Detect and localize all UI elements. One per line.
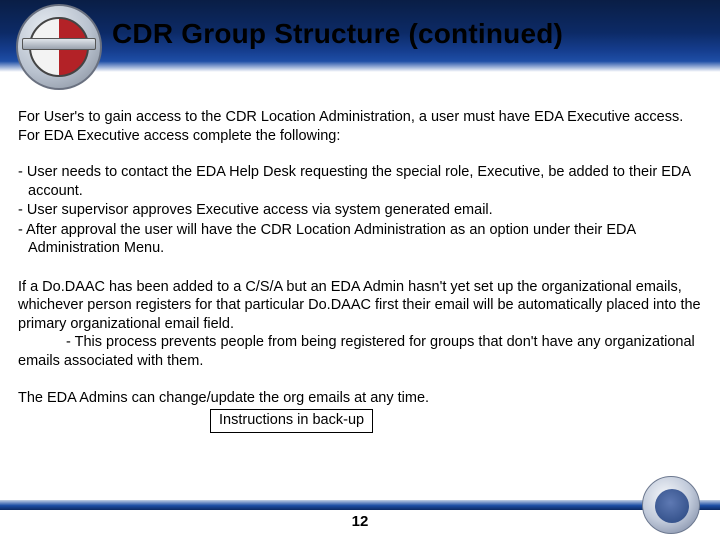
bullet-item: - User supervisor approves Executive acc… bbox=[18, 201, 702, 220]
intro-paragraph: For User's to gain access to the CDR Loc… bbox=[18, 108, 702, 145]
paragraph-3: The EDA Admins can change/update the org… bbox=[18, 389, 702, 408]
slide: CDR Group Structure (continued) For User… bbox=[0, 0, 720, 540]
bullet-item: - User needs to contact the EDA Help Des… bbox=[18, 163, 702, 200]
org-seal-icon bbox=[16, 4, 102, 90]
bullet-list: - User needs to contact the EDA Help Des… bbox=[18, 163, 702, 258]
paragraph-2-sub: - This process prevents people from bein… bbox=[18, 334, 695, 369]
slide-title: CDR Group Structure (continued) bbox=[112, 18, 708, 50]
dod-seal-icon: ★ bbox=[642, 476, 700, 534]
footer-divider bbox=[0, 500, 720, 510]
instructions-box: Instructions in back-up bbox=[210, 409, 373, 433]
bullet-item: - After approval the user will have the … bbox=[18, 221, 702, 258]
page-number: 12 bbox=[0, 513, 720, 530]
slide-body: For User's to gain access to the CDR Loc… bbox=[18, 108, 702, 433]
paragraph-2: If a Do.DAAC has been added to a C/S/A b… bbox=[18, 278, 702, 371]
paragraph-2-main: If a Do.DAAC has been added to a C/S/A b… bbox=[18, 279, 701, 332]
